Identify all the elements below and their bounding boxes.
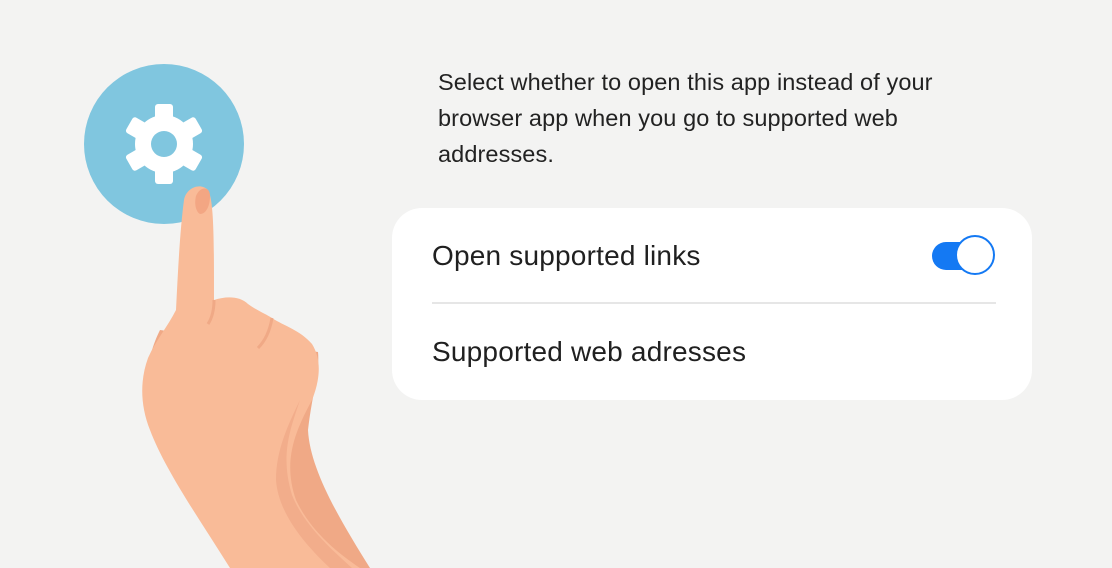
illustration [84, 64, 370, 568]
supported-web-addresses-label: Supported web adresses [432, 335, 747, 367]
pointing-hand [142, 186, 370, 568]
settings-app-icon[interactable] [84, 64, 244, 224]
supported-web-addresses-row[interactable]: Supported web adresses [432, 304, 996, 399]
open-supported-links-label: Open supported links [432, 239, 701, 271]
toggle-thumb [955, 235, 995, 275]
settings-card: Open supported links Supported web adres… [392, 208, 1032, 400]
open-supported-links-row[interactable]: Open supported links [432, 208, 996, 303]
open-supported-links-toggle[interactable] [932, 235, 995, 275]
description-text: Select whether to open this app instead … [438, 69, 933, 167]
